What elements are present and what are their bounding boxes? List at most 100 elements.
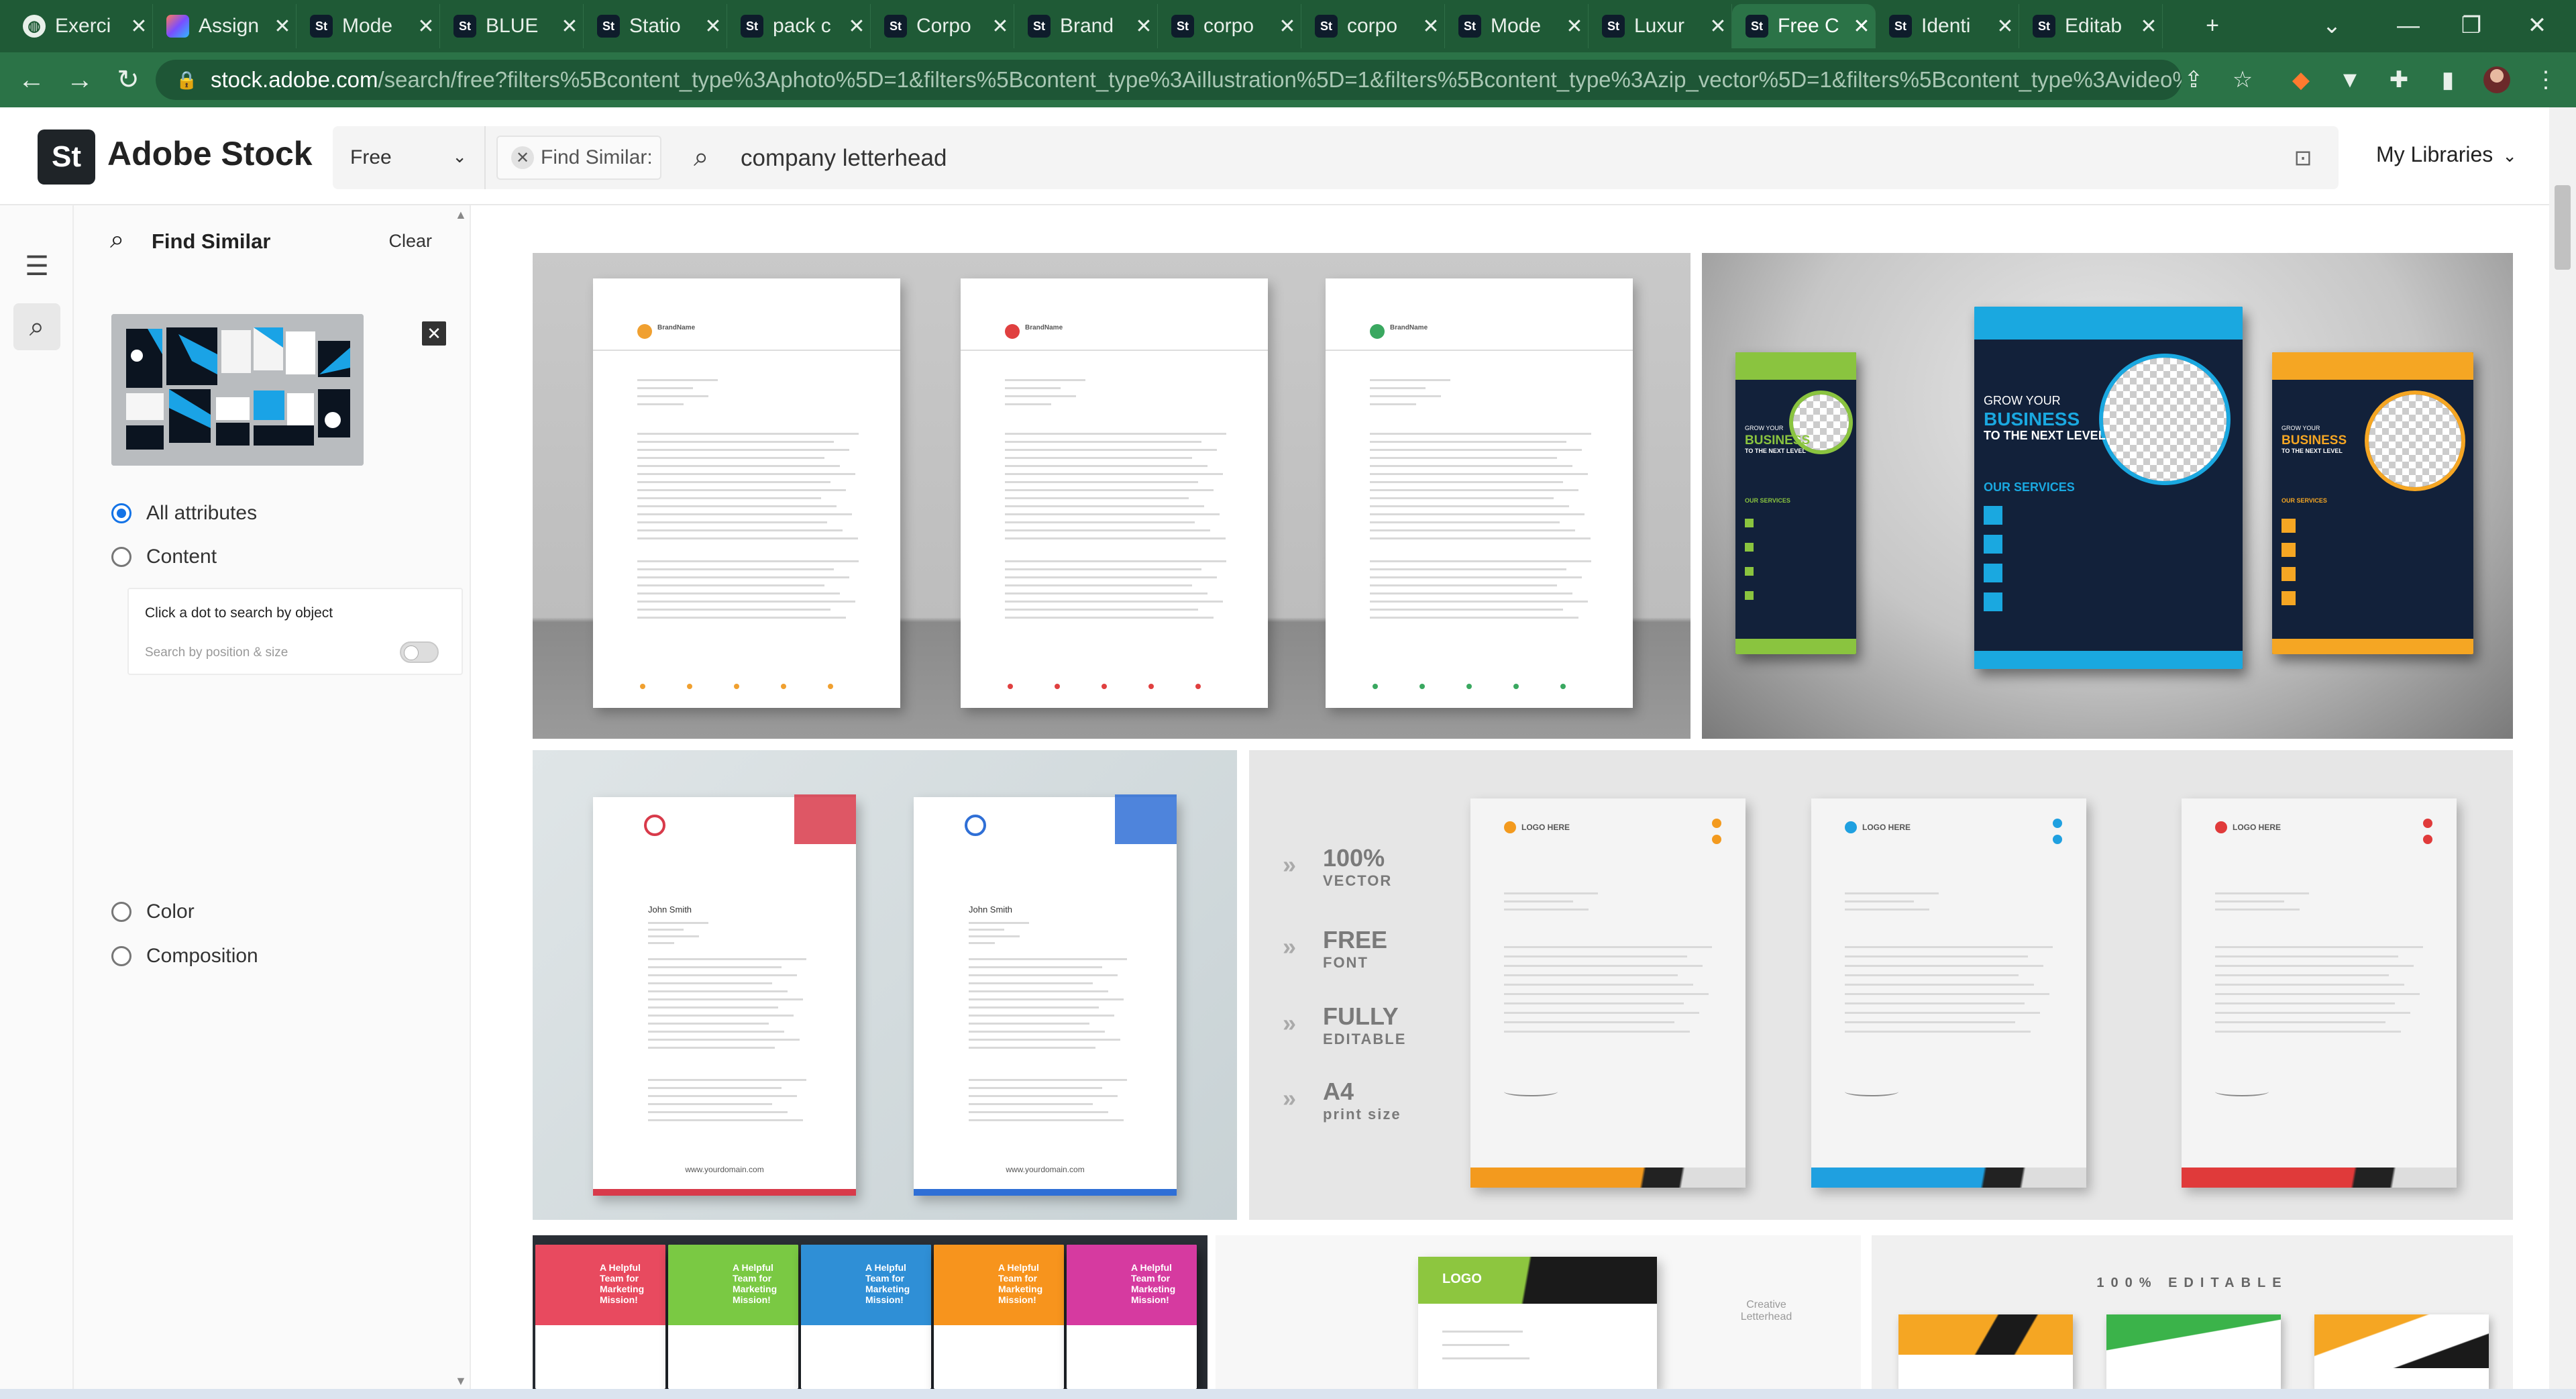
close-tab-icon[interactable]: ✕ — [413, 15, 439, 38]
brand-mark-icon — [637, 324, 652, 339]
adobe-stock-logo[interactable]: St — [38, 129, 95, 185]
flyer-headline: A Helpful Team for Marketing Mission! — [600, 1262, 645, 1305]
close-tab-icon[interactable]: ✕ — [1705, 15, 1731, 38]
close-tab-icon[interactable]: ✕ — [1130, 15, 1157, 38]
reload-icon[interactable]: ↻ — [110, 62, 146, 98]
contact-dot-icon — [640, 684, 645, 689]
share-icon[interactable]: ⇪ — [2177, 63, 2210, 97]
result-card-letterhead-red-blue[interactable]: John Smith www.yourdomain.com John Smith ww… — [533, 750, 1237, 1220]
side-panel-icon[interactable]: ▮ — [2431, 63, 2465, 97]
letterhead-sheet: LOGO HERE — [2182, 798, 2457, 1188]
feature-subtitle: print size — [1323, 1106, 1401, 1123]
result-card-letterhead-white[interactable]: BrandName BrandName BrandName — [533, 253, 1690, 739]
close-tab-icon[interactable]: ✕ — [269, 15, 296, 38]
back-arrow-icon[interactable]: ← — [13, 62, 50, 98]
page-scrollbar[interactable] — [2549, 107, 2576, 1389]
close-tab-icon[interactable]: ✕ — [700, 15, 727, 38]
browser-tab[interactable]: St Mode ✕ — [297, 4, 440, 48]
text-line — [1370, 387, 1426, 389]
clear-button[interactable]: Clear — [388, 231, 432, 252]
option-content[interactable]: Content — [111, 546, 217, 568]
browser-tab[interactable]: St pack c ✕ — [727, 4, 871, 48]
browser-tab[interactable]: St Luxur ✕ — [1589, 4, 1732, 48]
text-line — [1370, 497, 1554, 499]
scroll-up-arrow-icon[interactable]: ▲ — [455, 208, 467, 222]
result-card-creative-letterhead[interactable]: LOGO Creative Letterhead — [1216, 1235, 1861, 1389]
close-window-icon[interactable]: ✕ — [2517, 7, 2557, 44]
close-tab-icon[interactable]: ✕ — [1992, 15, 2019, 38]
browser-tab[interactable]: St Free C ✕ — [1732, 4, 1876, 48]
contact-dot-icon — [1466, 684, 1472, 689]
text-line — [1370, 568, 1566, 570]
my-libraries-menu[interactable]: My Libraries ⌄ — [2376, 142, 2517, 167]
browser-tab[interactable]: St corpo ✕ — [1158, 4, 1301, 48]
search-bar: Free ⌄ ✕ Find Similar: ⌕ company letterh… — [333, 126, 2339, 189]
tab-search-chevron-icon[interactable]: ⌄ — [2312, 7, 2352, 44]
browser-tab[interactable]: ◍ Exerci ✕ — [9, 4, 153, 48]
browser-tab-strip: ◍ Exerci ✕ Assign ✕ St Mode ✕ St BLUE ✕ St Statio ✕ St… — [0, 0, 2576, 52]
bookmark-star-icon[interactable]: ☆ — [2226, 63, 2259, 97]
close-tab-icon[interactable]: ✕ — [987, 15, 1014, 38]
close-tab-icon[interactable]: ✕ — [125, 15, 152, 38]
text-line — [637, 617, 846, 619]
close-tab-icon[interactable]: ✕ — [2135, 15, 2162, 38]
browser-tab[interactable]: St Brand ✕ — [1014, 4, 1158, 48]
option-composition[interactable]: Composition — [111, 945, 258, 968]
site-info-lock-icon[interactable]: 🔒 — [176, 70, 197, 90]
browser-tab[interactable]: St Statio ✕ — [584, 4, 727, 48]
tab-title: corpo — [1203, 15, 1254, 37]
close-tab-icon[interactable]: ✕ — [1417, 15, 1444, 38]
tab-title: Brand — [1060, 15, 1114, 37]
result-card-editable-stationery[interactable]: 100% EDITABLE — [1872, 1235, 2513, 1389]
forward-arrow-icon[interactable]: → — [62, 62, 98, 98]
text-line — [1504, 900, 1573, 902]
flyer-title: BUSINESS — [1984, 409, 2080, 429]
bottom-band — [2182, 1168, 2457, 1188]
option-color[interactable]: Color — [111, 900, 195, 923]
browser-tab[interactable]: St Editab ✕ — [2019, 4, 2163, 48]
license-filter-dropdown[interactable]: Free ⌄ — [333, 126, 486, 189]
browser-tab[interactable]: St BLUE ✕ — [440, 4, 584, 48]
search-input[interactable]: company letterhead — [741, 145, 947, 172]
text-line — [1504, 965, 1703, 967]
profile-avatar[interactable] — [2480, 63, 2514, 97]
browser-tab[interactable]: St Identi ✕ — [1876, 4, 2019, 48]
browser-tab[interactable]: St Mode ✕ — [1445, 4, 1589, 48]
new-tab-button[interactable]: + — [2192, 7, 2233, 44]
vpn-extension-icon[interactable]: ▼ — [2333, 63, 2367, 97]
remove-reference-close-icon[interactable]: ✕ — [421, 320, 447, 347]
panel-scrollbar[interactable]: ▲ ▼ — [451, 205, 470, 1399]
visual-search-camera-icon[interactable]: ⊡ — [2288, 144, 2318, 172]
text-line — [969, 966, 1102, 968]
filters-sliders-icon[interactable]: ☰ — [13, 243, 60, 290]
brave-extension-icon[interactable]: ◆ — [2284, 63, 2318, 97]
adobe-stock-icon: St — [1028, 15, 1051, 38]
close-tab-icon[interactable]: ✕ — [1561, 15, 1588, 38]
text-line — [1504, 1021, 1674, 1023]
result-card-business-flyers[interactable]: GROW YOUR BUSINESS TO THE NEXT LEVEL OUR SE… — [1702, 253, 2513, 739]
close-tab-icon[interactable]: ✕ — [1848, 15, 1875, 38]
letterhead-preview — [2106, 1314, 2281, 1389]
browser-tab[interactable]: St corpo ✕ — [1301, 4, 1445, 48]
browser-tab[interactable]: St Corpo ✕ — [871, 4, 1014, 48]
remove-chip-close-icon[interactable]: ✕ — [511, 146, 534, 169]
browser-menu-icon[interactable]: ⋮ — [2529, 63, 2563, 97]
text-line — [1504, 1031, 1690, 1033]
close-tab-icon[interactable]: ✕ — [556, 15, 583, 38]
contact-dot-icon — [1513, 684, 1519, 689]
object-search-toggle[interactable] — [400, 641, 439, 663]
minimize-window-icon[interactable]: — — [2388, 7, 2428, 44]
find-similar-rail-icon[interactable]: ⌕ — [13, 303, 60, 350]
option-all-attributes[interactable]: All attributes — [111, 502, 257, 525]
browser-tab[interactable]: Assign ✕ — [153, 4, 297, 48]
address-bar[interactable]: 🔒 stock.adobe.com /search/free?filters%5… — [156, 60, 2182, 100]
restore-window-icon[interactable]: ❐ — [2451, 7, 2491, 44]
brand-name[interactable]: Adobe Stock — [107, 134, 313, 173]
extensions-puzzle-icon[interactable]: ✚ — [2382, 63, 2416, 97]
close-tab-icon[interactable]: ✕ — [1274, 15, 1301, 38]
close-tab-icon[interactable]: ✕ — [843, 15, 870, 38]
result-card-letterhead-editable[interactable]: » 100% VECTOR » FREE FONT » FULLY EDITABLE » A4 pri… — [1249, 750, 2513, 1220]
result-card-marketing-flyers[interactable]: A Helpful Team for Marketing Mission! A H… — [533, 1235, 1208, 1389]
scroll-down-arrow-icon[interactable]: ▼ — [455, 1374, 467, 1388]
page-scrollbar-thumb[interactable] — [2555, 185, 2571, 270]
